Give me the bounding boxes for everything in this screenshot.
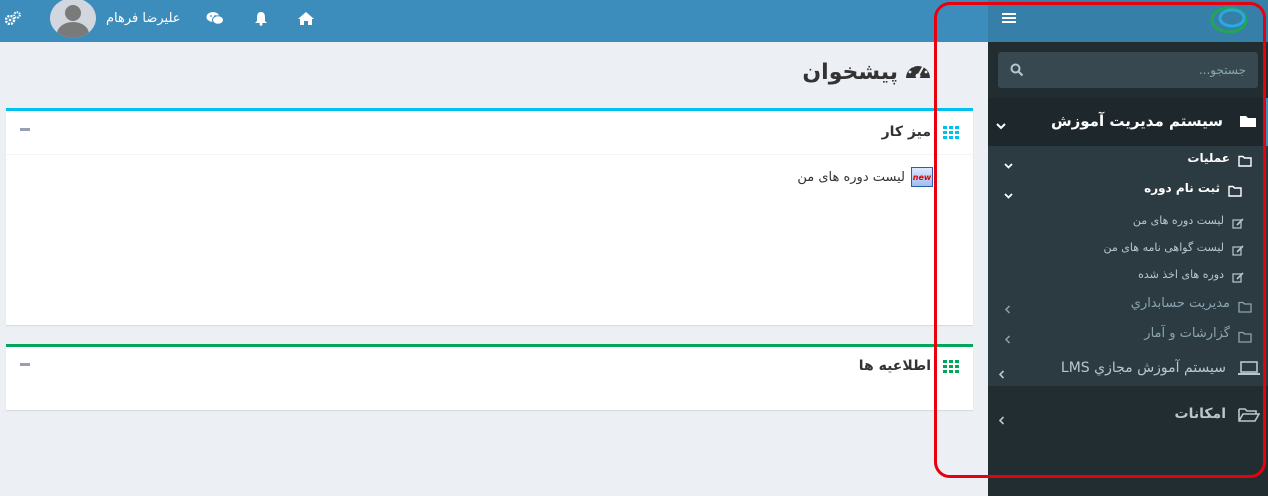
sidebar-item-label: لیست گواهی نامه های من — [1103, 241, 1224, 254]
top-navbar: عليرضا فرهام — [0, 0, 988, 42]
sidebar-item-label: سیستم مدیریت آموزش — [1050, 112, 1223, 130]
chevron-down-icon — [1004, 184, 1013, 203]
sidebar-item-lms-admin[interactable]: سیستم مدیریت آموزش — [988, 98, 1268, 146]
folder-icon — [1239, 113, 1257, 132]
sidebar-search — [998, 52, 1258, 88]
box-header: اطلاعیه ها — [6, 347, 973, 391]
sidebar-item-taken-courses[interactable]: دوره های اخذ شده — [988, 262, 1268, 288]
sidebar-item-my-courses[interactable]: لیست دوره های من — [988, 208, 1268, 234]
home-icon[interactable] — [296, 0, 316, 36]
edit-icon — [1232, 214, 1244, 233]
sidebar-item-label: سيستم آموزش مجازي LMS — [1060, 360, 1226, 376]
sidebar-item-label: ثبت نام دوره — [1144, 181, 1220, 195]
dashboard-icon — [904, 58, 932, 86]
page-title-text: پیشخوان — [802, 59, 898, 85]
my-courses-link[interactable]: new لیست دوره های من — [797, 167, 933, 187]
sidebar-item-label: گزارشات و آمار — [1144, 326, 1230, 341]
desk-box: میز کار new لیست دوره های من — [6, 108, 973, 325]
grid-icon — [943, 125, 959, 144]
sidebar-item-label: امکانات — [1174, 406, 1226, 422]
avatar — [50, 0, 96, 38]
search-icon[interactable] — [1010, 62, 1024, 81]
sidebar-item-virtual-lms[interactable]: سيستم آموزش مجازي LMS — [988, 348, 1268, 390]
sidebar-header — [988, 0, 1268, 42]
folder-open-icon — [1238, 152, 1252, 171]
user-menu[interactable]: عليرضا فرهام — [50, 0, 181, 42]
sidebar-item-label: عملیات — [1187, 151, 1230, 165]
sidebar-item-accounting[interactable]: مديريت حسابداري — [988, 289, 1268, 319]
sidebar-item-label: مديريت حسابداري — [1130, 296, 1230, 311]
collapse-icon[interactable] — [20, 128, 30, 131]
folder-open-icon — [1238, 328, 1252, 347]
box-title: میز کار — [881, 124, 931, 140]
chevron-left-icon — [1004, 329, 1011, 348]
page-title: پیشخوان — [802, 58, 932, 86]
sidebar-item-course-registration[interactable]: ثبت نام دوره — [988, 176, 1268, 202]
bell-icon[interactable] — [252, 0, 270, 36]
sidebar-item-label: دوره های اخذ شده — [1138, 268, 1224, 281]
grid-icon — [943, 359, 959, 378]
chevron-left-icon — [998, 364, 1005, 383]
settings-icon[interactable] — [4, 0, 22, 36]
wechat-icon[interactable] — [205, 0, 225, 36]
sidebar-toggle-icon[interactable] — [988, 0, 1030, 36]
sidebar-item-facilities[interactable]: امکانات — [988, 394, 1268, 436]
folder-open-icon — [1238, 298, 1252, 317]
logo-icon — [1207, 4, 1251, 40]
collapse-icon[interactable] — [20, 363, 30, 366]
folder-open-icon — [1238, 407, 1261, 427]
link-label: لیست دوره های من — [797, 169, 905, 185]
box-title: اطلاعیه ها — [858, 358, 931, 374]
sidebar-item-label: لیست دوره های من — [1132, 214, 1224, 227]
sidebar: سیستم مدیریت آموزش عملیات ثبت نام دوره — [988, 42, 1268, 496]
new-badge: new — [911, 167, 933, 187]
user-name: عليرضا فرهام — [106, 10, 181, 26]
sidebar-item-reports[interactable]: گزارشات و آمار — [988, 319, 1268, 349]
sidebar-item-operations[interactable]: عملیات — [988, 146, 1268, 172]
chevron-left-icon — [998, 410, 1005, 429]
folder-open-icon — [1228, 182, 1242, 201]
laptop-icon — [1238, 361, 1260, 380]
edit-icon — [1232, 241, 1244, 260]
chevron-down-icon — [996, 115, 1006, 134]
edit-icon — [1232, 268, 1244, 287]
search-input[interactable] — [1030, 52, 1258, 88]
news-box: اطلاعیه ها — [6, 344, 973, 410]
chevron-down-icon — [1004, 154, 1013, 173]
sidebar-item-my-certificates[interactable]: لیست گواهی نامه های من — [988, 235, 1268, 261]
box-header: میز کار — [6, 111, 973, 155]
chevron-left-icon — [1004, 299, 1011, 318]
